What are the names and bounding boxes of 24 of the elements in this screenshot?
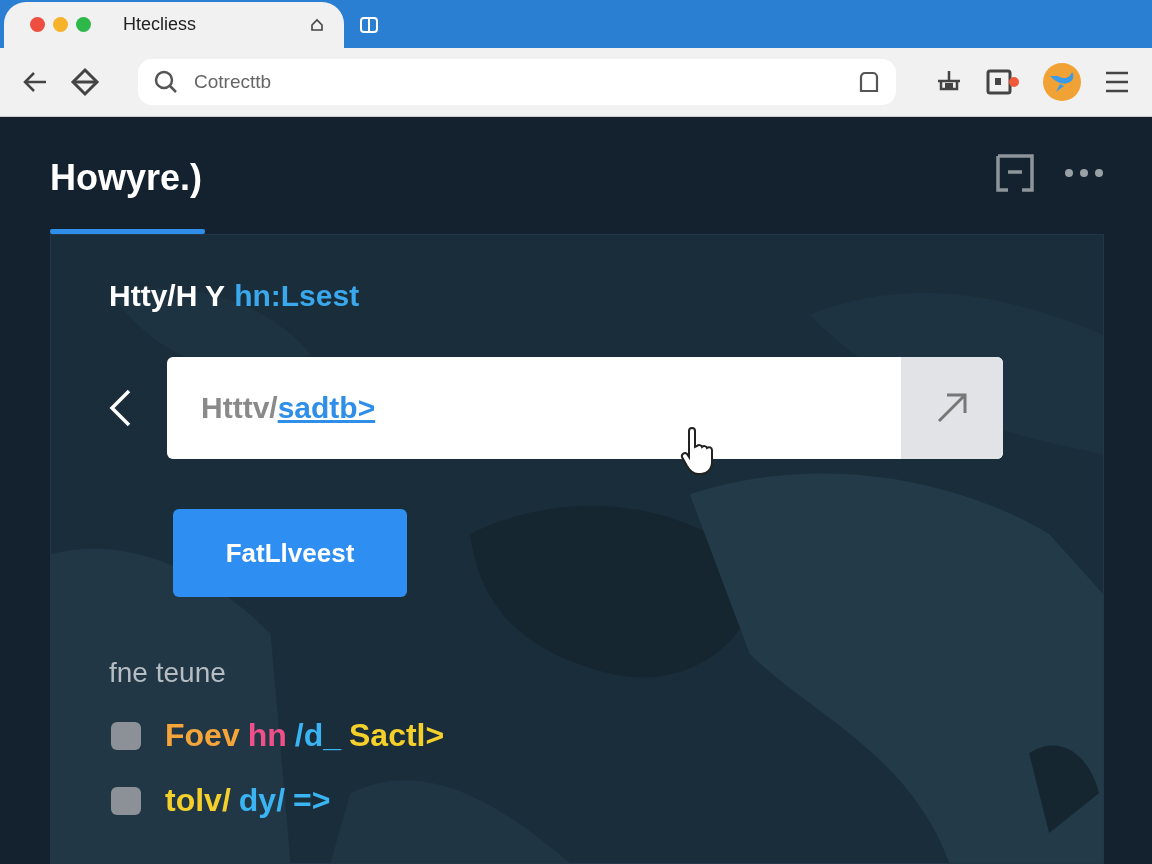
back-icon[interactable] (22, 69, 48, 94)
item-text[interactable]: Foev hn /d_ Sactl> (165, 717, 445, 754)
url-link[interactable]: sadtb> (277, 391, 376, 424)
bookmark-icon[interactable] (858, 70, 880, 93)
address-bar[interactable]: Cotrecttb (138, 58, 896, 105)
primary-button[interactable]: FatLlveest (173, 509, 407, 597)
square-icon (109, 784, 143, 817)
more-icon[interactable] (1064, 168, 1104, 178)
home-icon (310, 17, 324, 32)
browser-tab[interactable]: Htecliess (4, 1, 344, 48)
diamond-icon[interactable] (70, 66, 100, 97)
frame-icon[interactable] (996, 154, 1034, 192)
panel-heading: Htty/H Y hn:Lsest (109, 279, 361, 313)
square-icon (109, 719, 143, 752)
window-control-icon[interactable] (30, 17, 45, 33)
menu-icon[interactable] (1104, 69, 1130, 94)
section-label: fne teune (109, 657, 227, 689)
avatar-icon[interactable] (1042, 61, 1082, 102)
search-icon (154, 69, 178, 94)
arrow-icon (935, 391, 969, 425)
chevron-left-icon[interactable] (109, 389, 131, 427)
item-text[interactable]: tolv/ dy/ => (165, 782, 331, 819)
page-title: Howyre.) (50, 156, 204, 199)
record-icon[interactable] (986, 68, 1020, 95)
